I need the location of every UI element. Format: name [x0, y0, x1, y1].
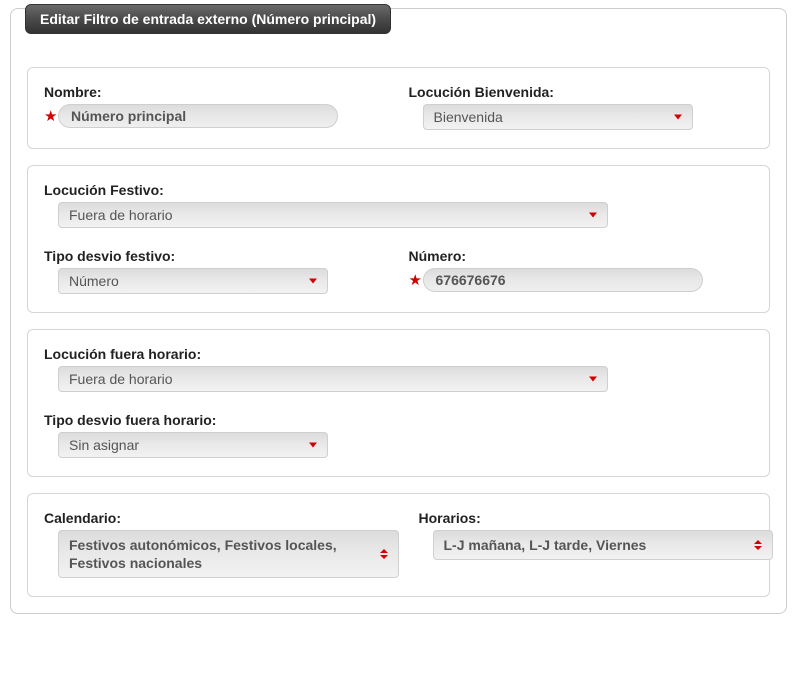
select-value: Fuera de horario	[69, 371, 173, 387]
calendario-select[interactable]: Festivos autonómicos, Festivos locales, …	[58, 530, 399, 578]
locucion-fuera-horario-select[interactable]: Fuera de horario	[58, 366, 608, 392]
chevron-down-icon	[674, 115, 682, 120]
fieldset-legend: Editar Filtro de entrada externo (Número…	[25, 4, 391, 34]
locucion-festivo-select[interactable]: Fuera de horario	[58, 202, 608, 228]
sort-icon	[380, 549, 388, 559]
field-locucion-bienvenida: Locución Bienvenida: ★ Bienvenida	[409, 84, 754, 130]
select-value: Sin asignar	[69, 437, 139, 453]
select-value: Número	[69, 273, 119, 289]
horarios-select[interactable]: L-J mañana, L-J tarde, Viernes	[433, 530, 774, 560]
chevron-down-icon	[309, 443, 317, 448]
label-numero: Número:	[409, 248, 754, 264]
field-numero: Número: ★	[409, 248, 754, 294]
label-calendario: Calendario:	[44, 510, 399, 526]
label-tipo-desvio-festivo: Tipo desvio festivo:	[44, 248, 389, 264]
panel-festivo: Locución Festivo: ★ Fuera de horario Tip…	[27, 165, 770, 313]
select-value: Bienvenida	[434, 109, 503, 125]
chevron-down-icon	[589, 377, 597, 382]
label-nombre: Nombre:	[44, 84, 389, 100]
field-locucion-festivo: Locución Festivo: ★ Fuera de horario	[44, 182, 753, 228]
label-horarios: Horarios:	[419, 510, 774, 526]
panel-fuera-horario: Locución fuera horario: ★ Fuera de horar…	[27, 329, 770, 477]
field-nombre: Nombre: ★	[44, 84, 389, 130]
field-tipo-desvio-festivo: Tipo desvio festivo: ★ Número	[44, 248, 389, 294]
tipo-desvio-festivo-select[interactable]: Número	[58, 268, 328, 294]
required-star-icon: ★	[409, 273, 421, 288]
label-locucion-fuera-horario: Locución fuera horario:	[44, 346, 753, 362]
tipo-desvio-fuera-horario-select[interactable]: Sin asignar	[58, 432, 328, 458]
select-value: Festivos autonómicos, Festivos locales, …	[69, 536, 370, 572]
chevron-down-icon	[309, 279, 317, 284]
nombre-input[interactable]	[58, 104, 338, 128]
legend-text: Editar Filtro de entrada externo (Número…	[40, 11, 376, 27]
panel-calendario-horarios: Calendario: ★ Festivos autonómicos, Fest…	[27, 493, 770, 597]
label-locucion-bienvenida: Locución Bienvenida:	[409, 84, 754, 100]
required-star-icon: ★	[44, 109, 56, 124]
select-value: L-J mañana, L-J tarde, Viernes	[444, 536, 647, 554]
field-tipo-desvio-fuera-horario: Tipo desvio fuera horario: ★ Sin asignar	[44, 412, 399, 458]
numero-input[interactable]	[423, 268, 703, 292]
select-value: Fuera de horario	[69, 207, 173, 223]
edit-filter-fieldset: Editar Filtro de entrada externo (Número…	[10, 8, 787, 614]
locucion-bienvenida-select[interactable]: Bienvenida	[423, 104, 693, 130]
field-locucion-fuera-horario: Locución fuera horario: ★ Fuera de horar…	[44, 346, 753, 392]
label-tipo-desvio-fuera-horario: Tipo desvio fuera horario:	[44, 412, 399, 428]
field-horarios: Horarios: ★ L-J mañana, L-J tarde, Viern…	[419, 510, 774, 578]
panel-basic: Nombre: ★ Locución Bienvenida: ★ Bienven…	[27, 67, 770, 149]
chevron-down-icon	[589, 213, 597, 218]
sort-icon	[754, 540, 762, 550]
label-locucion-festivo: Locución Festivo:	[44, 182, 753, 198]
field-calendario: Calendario: ★ Festivos autonómicos, Fest…	[44, 510, 399, 578]
